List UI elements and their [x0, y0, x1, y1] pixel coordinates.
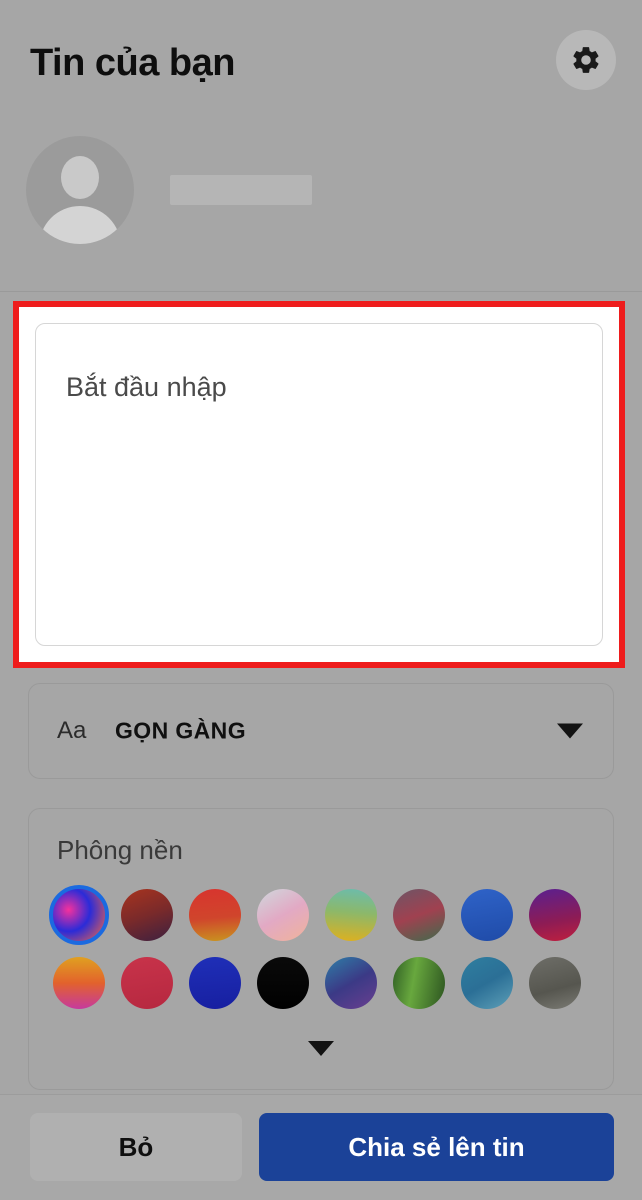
background-swatch-row-1: [49, 885, 581, 945]
swatch-crimson[interactable]: [121, 957, 173, 1009]
footer-action-bar: Bỏ Chia sẻ lên tin: [0, 1094, 642, 1200]
swatch-blue-violet[interactable]: [325, 957, 377, 1009]
swatch-mauve-green[interactable]: [393, 889, 445, 941]
swatch-green-leaves[interactable]: [393, 957, 445, 1009]
swatch-black[interactable]: [257, 957, 309, 1009]
chevron-down-icon[interactable]: [557, 723, 583, 739]
swatch-neon-swirl[interactable]: [49, 885, 109, 945]
swatch-pastel-peach[interactable]: [257, 889, 309, 941]
text-style-selector[interactable]: Aa GỌN GÀNG: [28, 683, 614, 779]
profile-row: [26, 136, 312, 244]
composer-placeholder: Bắt đầu nhập: [66, 372, 227, 402]
background-panel: Phông nền: [28, 808, 614, 1090]
swatch-purple-crimson[interactable]: [529, 889, 581, 941]
composer-highlight-box: Bắt đầu nhập: [13, 301, 625, 668]
swatch-teal-ocean[interactable]: [461, 957, 513, 1009]
text-style-value: GỌN GÀNG: [115, 717, 246, 744]
background-swatch-row-2: [53, 957, 581, 1009]
discard-button[interactable]: Bỏ: [30, 1113, 242, 1181]
story-composer-screen: Tin của bạn Bắt đầu nhập Aa GỌN GÀNG Phô…: [0, 0, 642, 1200]
settings-button[interactable]: [556, 30, 616, 90]
avatar: [26, 136, 134, 244]
expand-backgrounds-chevron-down-icon[interactable]: [308, 1041, 334, 1056]
profile-name-redacted: [170, 175, 312, 205]
swatch-orange-magenta[interactable]: [53, 957, 105, 1009]
swatch-blue[interactable]: [461, 889, 513, 941]
gear-icon: [570, 44, 602, 76]
person-avatar-icon: [61, 156, 99, 199]
avatar-body-shape: [39, 206, 121, 244]
background-label: Phông nền: [57, 835, 183, 865]
aa-icon: Aa: [57, 717, 87, 744]
story-text-input[interactable]: Bắt đầu nhập: [35, 323, 603, 646]
swatch-deep-blue[interactable]: [189, 957, 241, 1009]
swatch-dark-red-brown[interactable]: [121, 889, 173, 941]
swatch-grey-stone[interactable]: [529, 957, 581, 1009]
header: Tin của bạn: [0, 0, 642, 292]
share-to-story-button[interactable]: Chia sẻ lên tin: [259, 1113, 614, 1181]
swatch-red-orange[interactable]: [189, 889, 241, 941]
page-title: Tin của bạn: [30, 42, 235, 84]
swatch-teal-yellow[interactable]: [325, 889, 377, 941]
